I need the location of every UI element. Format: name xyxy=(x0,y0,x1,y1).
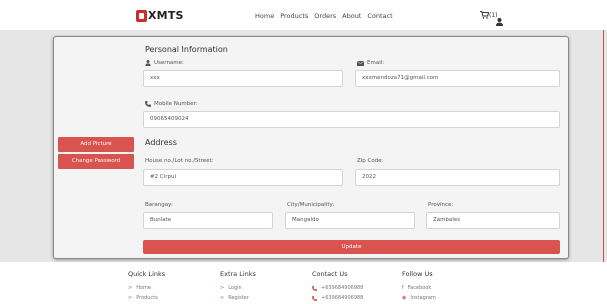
address-title: Address xyxy=(145,138,177,147)
email-label: Email: xyxy=(367,60,385,66)
logo-icon xyxy=(136,9,147,22)
change-password-button[interactable]: Change Password xyxy=(58,154,134,169)
mobile-label-row: Mobile Number: xyxy=(145,101,198,107)
footer-follow-title: Follow Us xyxy=(402,270,433,278)
footer-phone-label: +639684906988 xyxy=(321,285,364,291)
add-picture-button[interactable]: Add Picture xyxy=(58,137,134,152)
city-label: City/Municipality: xyxy=(287,202,335,208)
footer-quick-title: Quick Links xyxy=(128,270,166,278)
street-label: House no./Lot no./Street: xyxy=(145,158,214,164)
username-label: Username: xyxy=(154,60,184,66)
footer-link-products[interactable]: > Products xyxy=(128,295,165,301)
nav-links: Home Products Orders About Contact xyxy=(255,12,399,20)
cart-button[interactable]: (1) xyxy=(480,11,498,19)
username-input[interactable]: xxx xyxy=(143,70,343,87)
update-button[interactable]: Update xyxy=(143,240,560,254)
account-button[interactable] xyxy=(496,11,503,30)
footer-extra-title: Extra Links xyxy=(220,270,256,278)
user-icon xyxy=(145,60,151,66)
footer-link-register[interactable]: > Register xyxy=(220,295,256,301)
instagram-icon: ◉ xyxy=(402,295,407,301)
chevron-right-icon: > xyxy=(128,285,133,291)
street-input[interactable]: #2 Cirpul xyxy=(143,169,343,186)
chevron-right-icon: > xyxy=(220,285,225,291)
phone-icon xyxy=(145,101,151,107)
chevron-right-icon: > xyxy=(128,295,133,301)
footer-link-facebook[interactable]: f Facebook xyxy=(402,285,436,291)
barangay-label: Barangay: xyxy=(145,202,173,208)
mobile-label: Mobile Number: xyxy=(154,101,198,107)
phone-icon xyxy=(312,295,317,301)
footer-link-login[interactable]: > Login xyxy=(220,285,256,291)
footer-extra-links: Extra Links > Login > Register xyxy=(220,270,256,304)
nav-link-products[interactable]: Products xyxy=(280,12,308,20)
email-input[interactable]: xxxmendoza71@gmail.com xyxy=(355,70,560,87)
zip-label: Zip Code: xyxy=(357,158,384,164)
envelope-icon xyxy=(357,60,364,66)
zip-input[interactable]: 2022 xyxy=(355,169,560,186)
facebook-icon: f xyxy=(402,285,404,291)
footer-contact: Contact Us +639684906988 +639684906988 xyxy=(312,270,363,304)
city-input[interactable]: Mangaldo xyxy=(285,212,415,229)
nav-link-contact[interactable]: Contact xyxy=(367,12,392,20)
footer-link-label: Products xyxy=(136,295,158,301)
brand-logo[interactable]: XMTS xyxy=(136,9,184,22)
cart-icon xyxy=(480,11,489,19)
footer-link-label: Register xyxy=(228,295,249,301)
footer-follow: Follow Us f Facebook ◉ Instagram xyxy=(402,270,436,304)
edge-divider xyxy=(603,30,604,262)
nav-link-orders[interactable]: Orders xyxy=(314,12,336,20)
footer-link-label: Login xyxy=(228,285,242,291)
user-icon xyxy=(496,18,503,26)
footer-link-home[interactable]: > Home xyxy=(128,285,165,291)
nav-link-about[interactable]: About xyxy=(342,12,361,20)
chevron-right-icon: > xyxy=(220,295,225,301)
footer-link-label: Home xyxy=(136,285,151,291)
footer-link-label: Facebook xyxy=(407,285,432,291)
email-label-row: Email: xyxy=(357,60,384,66)
footer-link-instagram[interactable]: ◉ Instagram xyxy=(402,295,436,301)
navbar: XMTS Home Products Orders About Contact … xyxy=(0,0,607,30)
footer-phone-1[interactable]: +639684906988 xyxy=(312,285,363,291)
nav-link-home[interactable]: Home xyxy=(255,12,274,20)
mobile-input[interactable]: 09065409024 xyxy=(143,111,560,128)
phone-icon xyxy=(312,285,317,291)
province-input[interactable]: Zambales xyxy=(426,212,560,229)
footer-phone-label: +639684906988 xyxy=(321,295,364,301)
footer-link-label: Instagram xyxy=(410,295,436,301)
barangay-input[interactable]: Bunlate xyxy=(143,212,273,229)
brand-name: XMTS xyxy=(148,9,184,22)
footer-phone-2[interactable]: +639684906988 xyxy=(312,295,363,301)
footer-quick-links: Quick Links > Home > Products xyxy=(128,270,165,304)
province-label: Province: xyxy=(428,202,454,208)
footer-contact-title: Contact Us xyxy=(312,270,348,278)
username-label-row: Username: xyxy=(145,60,184,66)
personal-info-title: Personal Information xyxy=(145,45,228,54)
